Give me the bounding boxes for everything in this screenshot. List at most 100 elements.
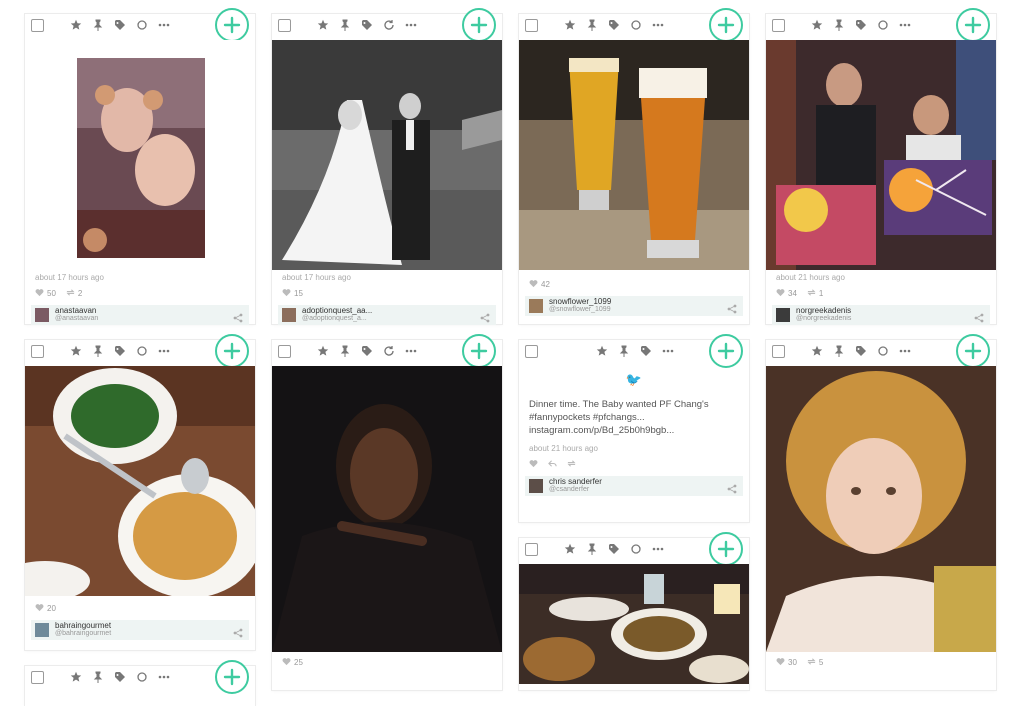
share-icon[interactable] [727,481,737,494]
author-bar[interactable]: snowflower_1099 @snowflower_1099 [525,296,743,316]
share-icon[interactable] [480,310,490,323]
add-button[interactable] [956,8,990,42]
circle-icon[interactable] [135,670,149,684]
more-icon[interactable] [157,670,171,684]
share-icon[interactable] [233,625,243,638]
circle-icon[interactable] [876,344,890,358]
select-checkbox[interactable] [31,671,44,684]
pin-icon[interactable] [832,18,846,32]
circle-icon[interactable] [135,344,149,358]
star-icon[interactable] [69,670,83,684]
pin-icon[interactable] [338,18,352,32]
star-icon[interactable] [316,344,330,358]
retweet-icon[interactable] [567,459,576,470]
pin-icon[interactable] [585,542,599,556]
post-photo[interactable] [519,564,749,684]
star-icon[interactable] [69,18,83,32]
post-photo[interactable] [519,40,749,270]
select-checkbox[interactable] [278,345,291,358]
share-icon[interactable] [233,310,243,323]
author-bar[interactable]: norgreekadenis @norgreekadenis [772,305,990,325]
share-icon[interactable] [727,301,737,314]
add-button[interactable] [215,334,249,368]
retweet-icon[interactable] [807,288,816,299]
more-icon[interactable] [898,344,912,358]
tag-icon[interactable] [607,542,621,556]
tag-icon[interactable] [360,344,374,358]
star-icon[interactable] [69,344,83,358]
post-photo[interactable] [766,366,996,652]
author-bar[interactable]: bahraingourmet @bahraingourmet [31,620,249,640]
select-checkbox[interactable] [31,345,44,358]
add-button[interactable] [462,334,496,368]
pin-icon[interactable] [617,344,631,358]
pin-icon[interactable] [832,344,846,358]
more-icon[interactable] [157,18,171,32]
more-icon[interactable] [651,18,665,32]
tag-icon[interactable] [360,18,374,32]
refresh-icon[interactable] [382,344,396,358]
star-icon[interactable] [595,344,609,358]
more-icon[interactable] [651,542,665,556]
heart-icon[interactable] [282,657,291,668]
tag-icon[interactable] [854,344,868,358]
more-icon[interactable] [157,344,171,358]
add-button[interactable] [462,8,496,42]
post-photo[interactable] [272,366,502,652]
share-icon[interactable] [974,310,984,323]
select-checkbox[interactable] [772,19,785,32]
more-icon[interactable] [404,18,418,32]
pin-icon[interactable] [585,18,599,32]
pin-icon[interactable] [91,670,105,684]
select-checkbox[interactable] [525,19,538,32]
add-button[interactable] [709,532,743,566]
author-bar[interactable]: adoptionquest_aa... @adoptionquest_a... [278,305,496,325]
circle-icon[interactable] [135,18,149,32]
heart-icon[interactable] [776,657,785,668]
retweet-icon[interactable] [66,288,75,299]
add-button[interactable] [709,334,743,368]
heart-icon[interactable] [35,288,44,299]
circle-icon[interactable] [876,18,890,32]
post-photo[interactable] [25,40,255,270]
tag-icon[interactable] [113,670,127,684]
tag-icon[interactable] [113,18,127,32]
retweet-icon[interactable] [807,657,816,668]
circle-icon[interactable] [629,542,643,556]
heart-icon[interactable] [35,603,44,614]
heart-icon[interactable] [529,279,538,290]
pin-icon[interactable] [338,344,352,358]
add-button[interactable] [709,8,743,42]
more-icon[interactable] [661,344,675,358]
add-button[interactable] [956,334,990,368]
heart-icon[interactable] [529,459,538,470]
more-icon[interactable] [898,18,912,32]
circle-icon[interactable] [629,18,643,32]
select-checkbox[interactable] [525,543,538,556]
star-icon[interactable] [563,18,577,32]
tag-icon[interactable] [854,18,868,32]
author-bar[interactable]: chris sanderfer @csanderfer [525,476,743,496]
select-checkbox[interactable] [525,345,538,358]
select-checkbox[interactable] [278,19,291,32]
more-icon[interactable] [404,344,418,358]
select-checkbox[interactable] [31,19,44,32]
add-button[interactable] [215,660,249,694]
add-button[interactable] [215,8,249,42]
post-photo[interactable] [766,40,996,270]
tag-icon[interactable] [113,344,127,358]
reply-icon[interactable] [548,459,557,470]
pin-icon[interactable] [91,344,105,358]
heart-icon[interactable] [776,288,785,299]
tag-icon[interactable] [639,344,653,358]
star-icon[interactable] [563,542,577,556]
star-icon[interactable] [316,18,330,32]
tag-icon[interactable] [607,18,621,32]
pin-icon[interactable] [91,18,105,32]
star-icon[interactable] [810,344,824,358]
author-bar[interactable]: anastaavan @anastaavan [31,305,249,325]
post-photo[interactable] [25,366,255,596]
select-checkbox[interactable] [772,345,785,358]
refresh-icon[interactable] [382,18,396,32]
star-icon[interactable] [810,18,824,32]
